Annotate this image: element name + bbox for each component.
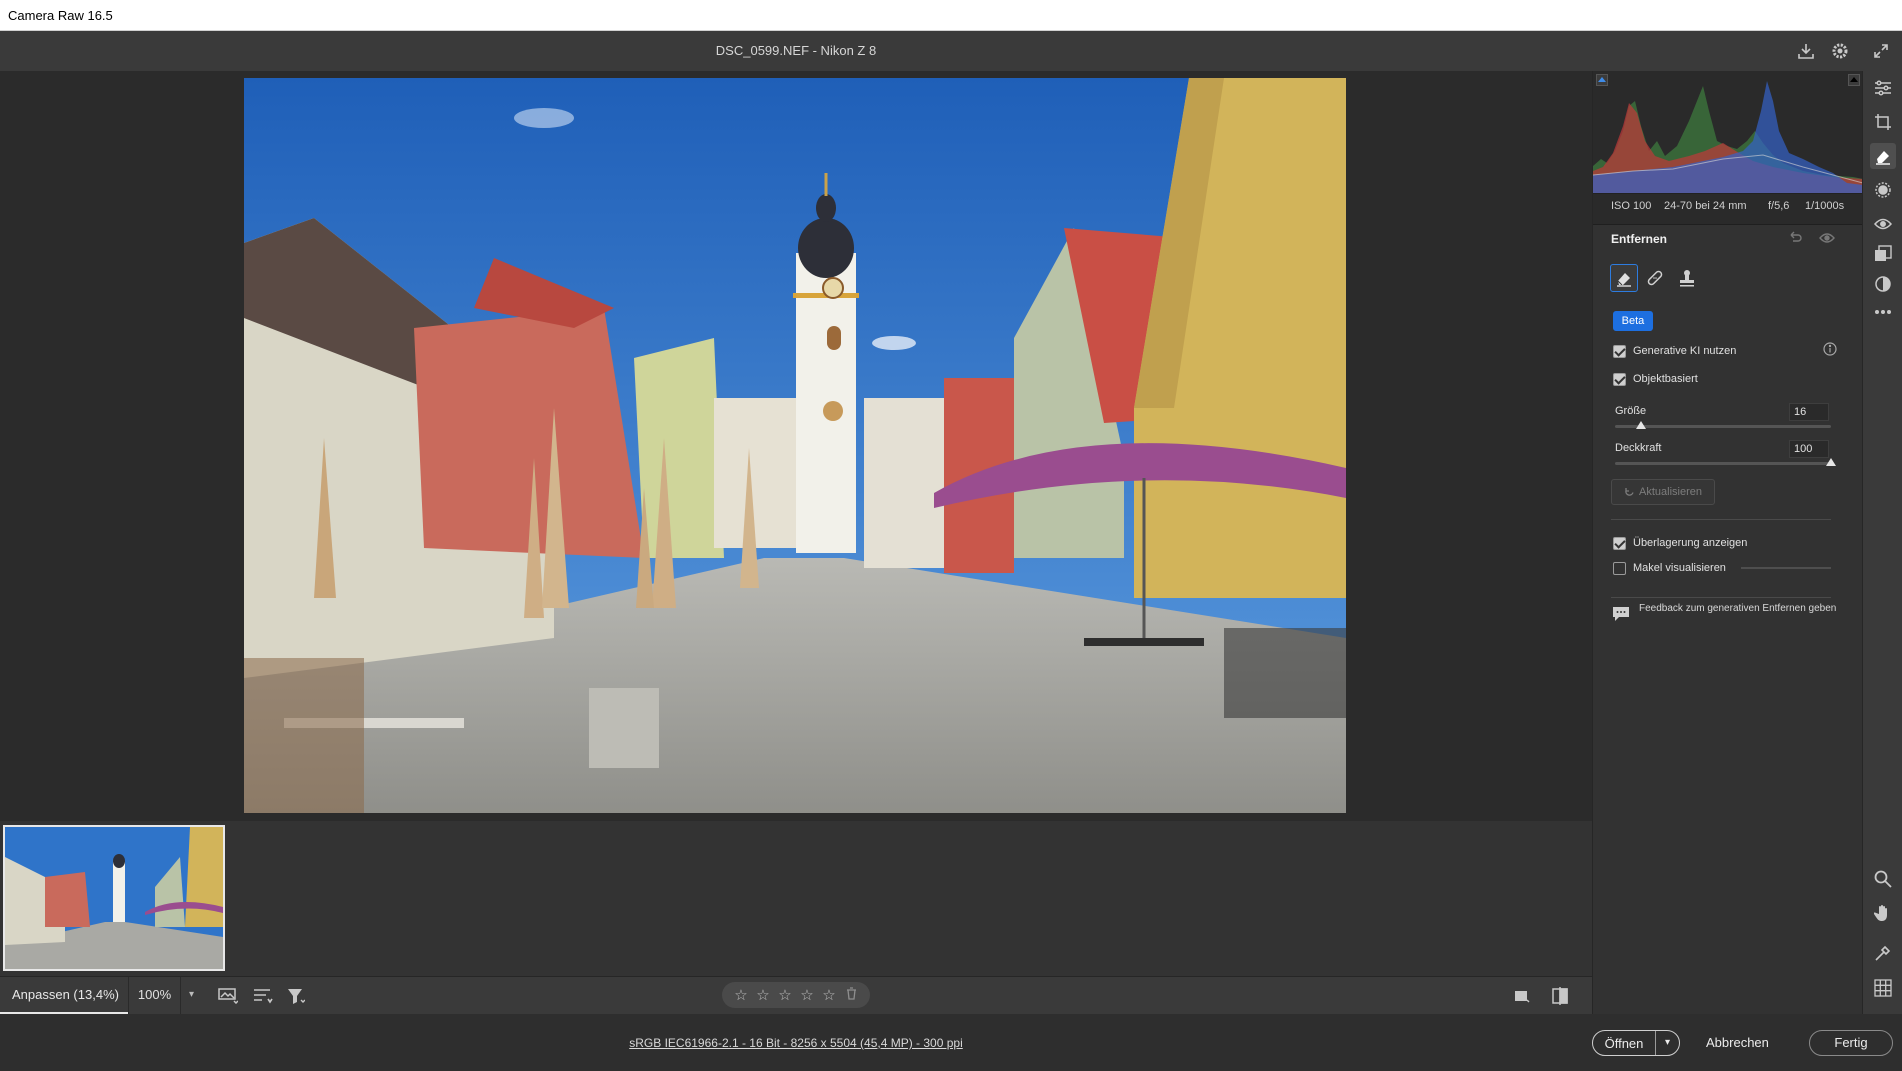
exif-shutter: 1/1000s (1805, 200, 1845, 212)
trash-icon[interactable] (843, 986, 859, 1004)
visibility-eye-icon[interactable] (1819, 232, 1835, 247)
done-button[interactable]: Fertig (1809, 1030, 1893, 1056)
star-rating[interactable]: ☆ ☆ ☆ ☆ ☆ (722, 982, 870, 1008)
rating-star-5[interactable]: ☆ (821, 986, 837, 1004)
presets-icon[interactable] (1870, 271, 1896, 297)
document-title: DSC_0599.NEF - Nikon Z 8 (715, 43, 877, 58)
gear-icon[interactable] (1827, 38, 1853, 64)
generative-ai-checkbox-row[interactable]: Generative KI nutzen (1613, 343, 1736, 359)
feedback-icon (1613, 607, 1629, 621)
size-slider-thumb[interactable] (1635, 421, 1646, 429)
open-dropdown-icon[interactable]: ▾ (1655, 1031, 1679, 1055)
masking-icon[interactable] (1870, 177, 1896, 203)
exif-iso: ISO 100 (1611, 200, 1652, 212)
remove-eraser-icon[interactable] (1870, 143, 1896, 169)
visualize-spots-slider[interactable] (1741, 567, 1831, 569)
save-icon[interactable] (1793, 38, 1819, 64)
histogram (1592, 71, 1864, 193)
zoom-icon[interactable] (1870, 866, 1896, 892)
hand-icon[interactable] (1870, 900, 1896, 926)
workflow-options-link[interactable]: sRGB IEC61966-2.1 - 16 Bit - 8256 x 5504… (0, 1036, 1592, 1050)
clone-stamp-tool-button[interactable] (1673, 264, 1701, 292)
filmstrip-options-icon[interactable] (215, 983, 241, 1009)
generative-ai-checkbox[interactable] (1613, 344, 1626, 358)
info-icon[interactable] (1823, 342, 1837, 359)
rating-star-3[interactable]: ☆ (777, 986, 793, 1004)
size-value-input[interactable]: 16 (1789, 403, 1829, 421)
show-overlay-checkbox-row[interactable]: Überlagerung anzeigen (1613, 535, 1747, 551)
os-titlebar: Camera Raw 16.5 (0, 0, 1902, 31)
shadow-clipping-icon[interactable] (1596, 74, 1608, 86)
cancel-button[interactable]: Abbrechen (1706, 1035, 1769, 1050)
status-bar: sRGB IEC61966-2.1 - 16 Bit - 8256 x 5504… (0, 1014, 1902, 1071)
exif-info: ISO 100 24-70 bei 24 mm f/5,6 1/1000s (1593, 193, 1863, 217)
filter-icon[interactable] (283, 983, 309, 1009)
zoom-dropdown-icon[interactable]: ▾ (180, 977, 202, 1014)
generative-ai-label: Generative KI nutzen (1633, 345, 1737, 357)
update-button-label: Aktualisieren (1639, 486, 1702, 498)
grid-icon[interactable] (1870, 975, 1896, 1001)
heal-tool-button[interactable] (1641, 264, 1669, 292)
open-button-label: Öffnen (1604, 1035, 1644, 1051)
opacity-slider-track[interactable] (1615, 462, 1831, 465)
redeye-icon[interactable] (1870, 211, 1896, 237)
edit-panel: ISO 100 24-70 bei 24 mm f/5,6 1/1000s En… (1592, 71, 1864, 1014)
exif-aperture: f/5,6 (1768, 200, 1790, 212)
section-divider (1611, 519, 1831, 520)
beta-badge: Beta (1613, 311, 1653, 331)
reset-icon[interactable] (1787, 231, 1803, 248)
main-photo[interactable] (244, 78, 1346, 813)
section-divider (1611, 597, 1831, 598)
exif-lens: 24-70 bei 24 mm (1664, 200, 1747, 212)
size-slider-track[interactable] (1615, 425, 1831, 428)
window-title: Camera Raw 16.5 (8, 8, 113, 23)
more-icon[interactable] (1870, 299, 1896, 325)
rating-star-2[interactable]: ☆ (755, 986, 771, 1004)
snapshots-icon[interactable] (1870, 241, 1896, 267)
edit-sliders-icon[interactable] (1870, 75, 1896, 101)
visualize-spots-checkbox[interactable] (1613, 561, 1626, 575)
highlight-clipping-icon[interactable] (1848, 74, 1860, 86)
refresh-icon (1625, 487, 1634, 496)
feedback-text: Feedback zum generativen Entfernen geben (1639, 603, 1837, 614)
update-button[interactable]: Aktualisieren (1611, 479, 1715, 505)
object-based-checkbox-row[interactable]: Objektbasiert (1613, 371, 1698, 387)
panel-title: Entfernen (1611, 232, 1668, 246)
visualize-spots-label: Makel visualisieren (1633, 562, 1726, 574)
opacity-value-input[interactable]: 100 (1789, 440, 1829, 458)
filmstrip-thumbnail[interactable] (3, 825, 225, 971)
panel-divider (1593, 217, 1863, 225)
open-button[interactable]: Öffnen ▾ (1592, 1030, 1680, 1056)
app-header: DSC_0599.NEF - Nikon Z 8 (0, 31, 1902, 71)
bottom-toolbar: Anpassen (13,4%) 100% ▾ ☆ ☆ ☆ ☆ ☆ (0, 976, 1592, 1014)
object-based-label: Objektbasiert (1633, 373, 1698, 385)
zoom-fit-button[interactable]: Anpassen (13,4%) (0, 977, 128, 1014)
filmstrip (0, 821, 1592, 976)
opacity-label: Deckkraft (1615, 442, 1662, 454)
rating-star-1[interactable]: ☆ (733, 986, 749, 1004)
size-label: Größe (1615, 405, 1647, 417)
tool-rail (1862, 71, 1902, 1014)
remove-tool-button[interactable] (1610, 264, 1638, 292)
visualize-spots-checkbox-row[interactable]: Makel visualisieren (1613, 560, 1726, 576)
before-after-icon[interactable] (1548, 983, 1574, 1009)
color-sampler-icon[interactable] (1870, 940, 1896, 966)
zoom-100-button[interactable]: 100% (128, 977, 180, 1014)
fullscreen-icon[interactable] (1868, 38, 1894, 64)
single-view-icon[interactable] (1509, 983, 1535, 1009)
object-based-checkbox[interactable] (1613, 372, 1626, 386)
rating-star-4[interactable]: ☆ (799, 986, 815, 1004)
opacity-slider-thumb[interactable] (1826, 458, 1836, 466)
show-overlay-checkbox[interactable] (1613, 536, 1626, 550)
sort-icon[interactable] (250, 983, 276, 1009)
crop-icon[interactable] (1870, 109, 1896, 135)
show-overlay-label: Überlagerung anzeigen (1633, 537, 1748, 549)
